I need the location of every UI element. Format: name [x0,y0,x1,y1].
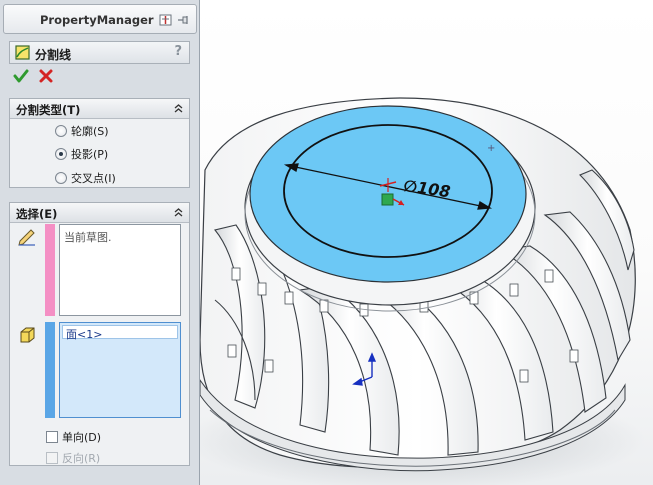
checkbox-box[interactable] [46,431,58,443]
split-type-title: 分割类型(T) [16,103,81,117]
ok-button[interactable] [13,68,29,84]
help-icon[interactable]: ? [174,44,182,59]
face-list-row[interactable]: 面<1> [62,325,178,342]
sketch-list[interactable]: 当前草图. [59,224,181,316]
sketch-list-item[interactable]: 当前草图. [64,229,112,245]
sketch-icon [18,229,35,246]
expand-icon[interactable] [159,14,172,26]
single-direction-checkbox[interactable]: 单向(D) [46,429,101,445]
plus-marker: + [487,143,495,154]
face-icon [20,327,35,343]
property-manager-panel: PropertyManager 分割线 ? 分割类型(T) 轮廓(S) 投影(P… [0,0,200,485]
split-type-header[interactable]: 分割类型(T) [10,99,189,119]
property-manager-titlebar: PropertyManager [3,4,197,34]
face-list-item[interactable]: 面<1> [66,326,102,342]
radio-label: 轮廓(S) [71,125,109,138]
radio-button-selected[interactable] [55,148,67,160]
radio-button[interactable] [55,125,67,137]
collapse-icon[interactable] [173,207,184,218]
radio-intersection[interactable]: 交叉点(I) [55,170,116,186]
cancel-button[interactable] [38,68,54,84]
panel-title: PropertyManager [40,13,154,27]
selection-title: 选择(E) [16,207,58,221]
checkbox-label: 反向(R) [62,452,101,465]
face-color-bar [45,322,55,418]
radio-label: 交叉点(I) [71,172,116,185]
radio-label: 投影(P) [71,148,109,161]
face-list[interactable]: 面<1> [59,322,181,418]
split-line-icon [15,45,30,60]
sketch-color-bar [45,224,55,316]
radio-projection[interactable]: 投影(P) [55,146,108,162]
selection-header[interactable]: 选择(E) [10,203,189,223]
radio-silhouette[interactable]: 轮廓(S) [55,123,109,139]
feature-header: 分割线 ? [9,41,190,64]
checkbox-box [46,452,58,464]
collapse-icon[interactable] [173,103,184,114]
feature-title: 分割线 [35,48,72,62]
reverse-direction-checkbox: 反向(R) [46,450,100,466]
radio-button[interactable] [55,172,67,184]
pin-icon[interactable] [177,14,190,26]
checkbox-label: 单向(D) [62,431,102,444]
